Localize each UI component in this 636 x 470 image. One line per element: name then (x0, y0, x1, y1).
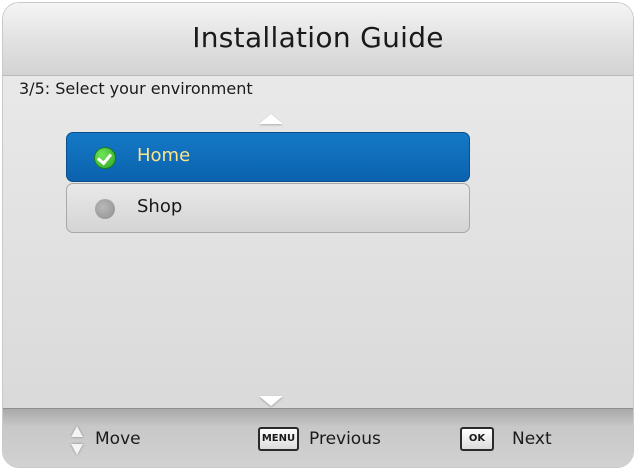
scroll-down-arrow-icon[interactable] (259, 396, 283, 406)
scroll-up-arrow-icon[interactable] (259, 114, 283, 124)
menu-key-icon: MENU (258, 427, 299, 451)
step-indicator: 3/5: Select your environment (19, 79, 253, 98)
previous-label: Previous (309, 429, 381, 449)
option-home[interactable]: Home (66, 132, 470, 182)
option-shop-label: Shop (137, 196, 183, 217)
page-title: Installation Guide (192, 21, 444, 54)
next-label: Next (512, 429, 552, 449)
down-arrow-icon (71, 444, 83, 455)
ok-key-icon: OK (460, 427, 494, 451)
title-bar: Installation Guide (3, 3, 633, 76)
radio-off-icon (95, 199, 115, 219)
button-hint-bar: Move MENU Previous OK Next (3, 408, 633, 467)
option-home-label: Home (137, 145, 191, 166)
up-down-arrows-icon (70, 426, 86, 460)
check-radio-icon (95, 148, 115, 168)
option-shop[interactable]: Shop (66, 183, 470, 233)
up-arrow-icon (71, 426, 83, 437)
move-label: Move (95, 429, 141, 449)
installation-guide-window: Installation Guide 3/5: Select your envi… (3, 3, 633, 467)
